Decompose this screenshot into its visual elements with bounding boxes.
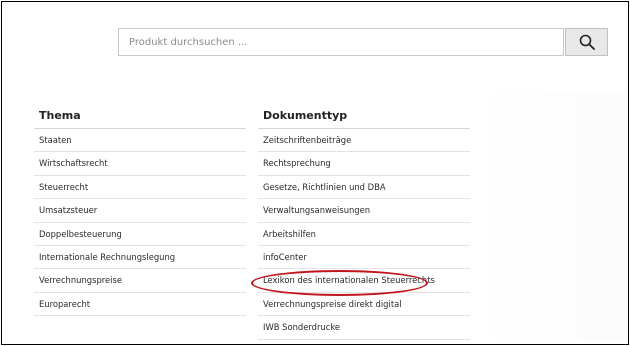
search-button[interactable] <box>565 28 608 56</box>
dokumenttyp-item-verwaltungsanweisungen[interactable]: Verwaltungsanweisungen <box>258 199 470 223</box>
search-icon <box>579 34 595 50</box>
search-input[interactable] <box>118 28 564 56</box>
search-bar <box>118 28 608 58</box>
dokumenttyp-title: Dokumenttyp <box>258 106 470 129</box>
dokumenttyp-item-zeitschriftenbeitraege[interactable]: Zeitschriftenbeiträge <box>258 129 470 153</box>
thema-item-doppelbesteuerung[interactable]: Doppelbesteuerung <box>34 223 246 246</box>
dokumenttyp-item-gesetze[interactable]: Gesetze, Richtlinien und DBA <box>258 176 470 200</box>
dokumenttyp-item-iwb-sonderdrucke[interactable]: IWB Sonderdrucke <box>258 316 470 340</box>
dokumenttyp-list: Zeitschriftenbeiträge Rechtsprechung Ges… <box>258 129 470 340</box>
background-fade <box>478 92 628 342</box>
dokumenttyp-item-verrechnungspreise-digital[interactable]: Verrechnungspreise direkt digital <box>258 293 470 317</box>
thema-title: Thema <box>34 106 246 129</box>
dokumenttyp-column: Dokumenttyp Zeitschriftenbeiträge Rechts… <box>258 106 470 340</box>
thema-item-verrechnungspreise[interactable]: Verrechnungspreise <box>34 269 246 293</box>
thema-item-europarecht[interactable]: Europarecht <box>34 293 246 317</box>
thema-item-steuerrecht[interactable]: Steuerrecht <box>34 176 246 200</box>
thema-list: Staaten Wirtschaftsrecht Steuerrecht Ums… <box>34 129 246 317</box>
page-frame: Thema Staaten Wirtschaftsrecht Steuerrec… <box>1 1 629 345</box>
thema-item-umsatzsteuer[interactable]: Umsatzsteuer <box>34 199 246 223</box>
dokumenttyp-item-lexikon[interactable]: Lexikon des internationalen Steuerrechts <box>258 269 470 293</box>
dokumenttyp-item-rechtsprechung[interactable]: Rechtsprechung <box>258 152 470 176</box>
thema-item-internationale-rechnungslegung[interactable]: Internationale Rechnungslegung <box>34 246 246 270</box>
thema-item-staaten[interactable]: Staaten <box>34 129 246 153</box>
thema-column: Thema Staaten Wirtschaftsrecht Steuerrec… <box>34 106 246 317</box>
thema-item-wirtschaftsrecht[interactable]: Wirtschaftsrecht <box>34 152 246 176</box>
dokumenttyp-item-arbeitshilfen[interactable]: Arbeitshilfen <box>258 223 470 246</box>
dokumenttyp-item-infocenter[interactable]: infoCenter <box>258 246 470 270</box>
